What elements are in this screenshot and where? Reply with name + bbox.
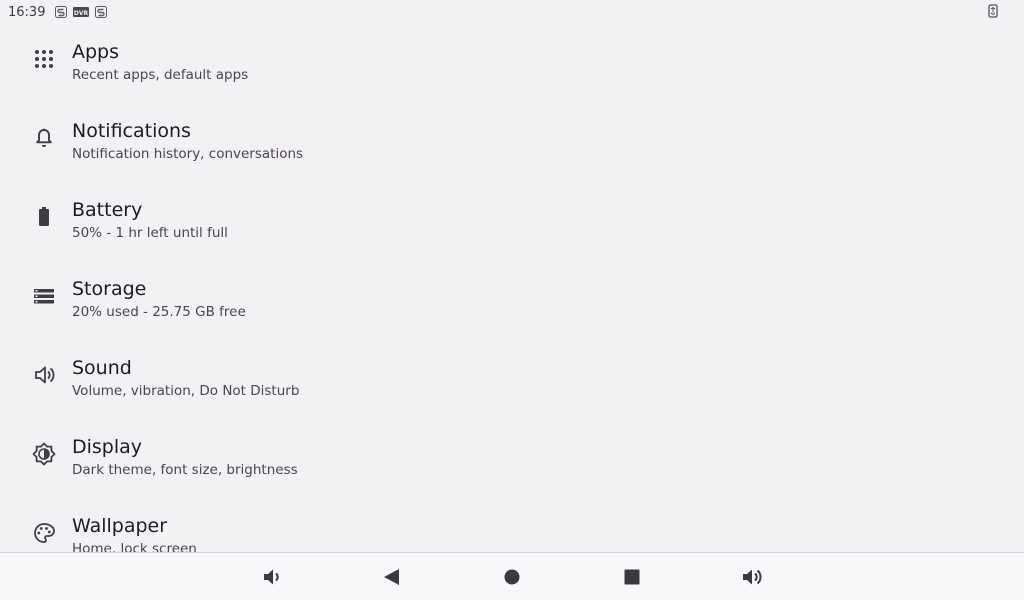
setting-text: Notifications Notification history, conv… [72, 119, 303, 164]
setting-text: Wallpaper Home, lock screen [72, 514, 197, 552]
svg-text:DVR: DVR [74, 10, 89, 17]
setting-title: Display [72, 436, 143, 458]
setting-title: Notifications [72, 120, 191, 142]
volume-down-icon[interactable] [260, 565, 284, 589]
setting-item-battery[interactable]: Battery 50% - 1 hr left until full [0, 182, 1024, 261]
home-icon[interactable] [500, 565, 524, 589]
status-bar: 16:39 DVR [0, 0, 1024, 24]
dvr-icon: DVR [73, 6, 90, 18]
status-time: 16:39 [8, 4, 46, 20]
status-left: 16:39 DVR [0, 4, 108, 20]
setting-summary: 50% - 1 hr left until full [72, 225, 228, 241]
storage-icon [32, 284, 56, 308]
sync-icon [95, 6, 108, 18]
setting-text: Storage 20% used - 25.75 GB free [72, 277, 246, 322]
setting-summary: Dark theme, font size, brightness [72, 462, 298, 478]
setting-text: Sound Volume, vibration, Do Not Disturb [72, 356, 299, 401]
setting-summary: Home, lock screen [72, 541, 197, 552]
back-icon[interactable] [380, 565, 404, 589]
rotate-icon [988, 4, 998, 22]
setting-summary: Volume, vibration, Do Not Disturb [72, 383, 300, 399]
setting-summary: Recent apps, default apps [72, 67, 249, 83]
setting-summary: 20% used - 25.75 GB free [72, 304, 246, 320]
setting-text: Apps Recent apps, default apps [72, 40, 248, 85]
volume-up-icon[interactable] [740, 565, 764, 589]
navigation-bar [0, 552, 1024, 600]
setting-summary: Notification history, conversations [72, 146, 304, 162]
setting-text: Battery 50% - 1 hr left until full [72, 198, 228, 243]
battery-icon [32, 205, 56, 229]
setting-title: Apps [72, 41, 120, 63]
settings-screen: 16:39 DVR Apps Recent apps, default apps… [0, 0, 1024, 600]
sync-icon [55, 6, 68, 18]
settings-list[interactable]: Apps Recent apps, default apps Notificat… [0, 24, 1024, 552]
setting-item-apps[interactable]: Apps Recent apps, default apps [0, 24, 1024, 103]
setting-item-wallpaper[interactable]: Wallpaper Home, lock screen [0, 498, 1024, 552]
setting-item-storage[interactable]: Storage 20% used - 25.75 GB free [0, 261, 1024, 340]
setting-text: Display Dark theme, font size, brightnes… [72, 435, 298, 480]
setting-item-notifications[interactable]: Notifications Notification history, conv… [0, 103, 1024, 182]
setting-item-sound[interactable]: Sound Volume, vibration, Do Not Disturb [0, 340, 1024, 419]
palette-icon [32, 521, 56, 545]
brightness-icon [32, 442, 56, 466]
bell-icon [32, 126, 56, 150]
apps-grid-icon [32, 47, 56, 71]
setting-title: Storage [72, 278, 147, 300]
setting-item-display[interactable]: Display Dark theme, font size, brightnes… [0, 419, 1024, 498]
setting-title: Wallpaper [72, 515, 168, 537]
setting-title: Battery [72, 199, 143, 221]
setting-title: Sound [72, 357, 132, 379]
speaker-icon [32, 363, 56, 387]
overview-icon[interactable] [620, 565, 644, 589]
